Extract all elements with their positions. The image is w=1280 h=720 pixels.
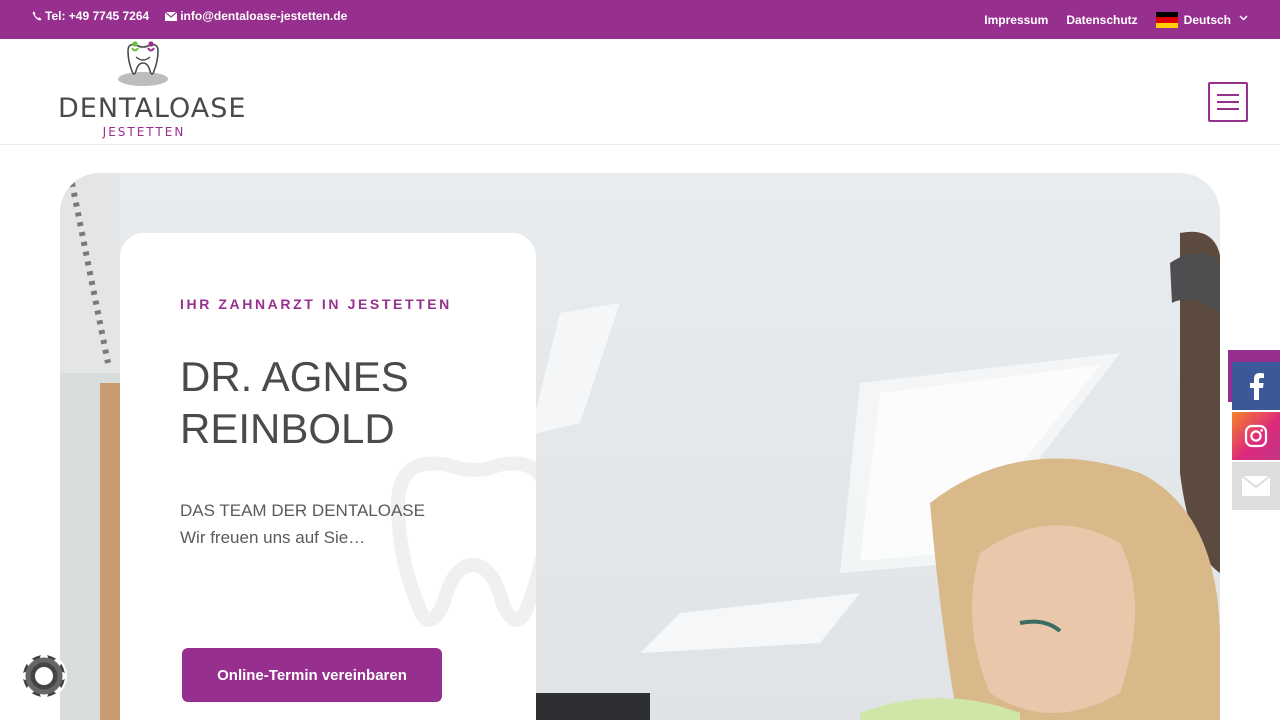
site-logo[interactable]: DENTALOASE JESTETTEN bbox=[58, 41, 247, 141]
top-links: Impressum Datenschutz Deutsch bbox=[966, 12, 1248, 28]
logo-wordmark: DENTALOASE bbox=[58, 93, 247, 124]
tooth-logo-icon bbox=[118, 41, 168, 86]
contact-info: Tel: +49 7745 7264 info@dentaloase-jeste… bbox=[32, 9, 363, 23]
phone-link[interactable]: Tel: +49 7745 7264 bbox=[32, 9, 149, 23]
email-button[interactable] bbox=[1232, 462, 1280, 510]
cookie-settings-button[interactable] bbox=[20, 652, 68, 700]
tooth-watermark-icon bbox=[390, 456, 536, 627]
cookie-icon bbox=[21, 653, 67, 699]
facebook-icon bbox=[1250, 373, 1264, 400]
mail-icon bbox=[1242, 476, 1270, 496]
hero-title-line: DR. AGNES bbox=[180, 353, 409, 400]
facebook-button[interactable] bbox=[1232, 362, 1280, 410]
chevron-down-icon bbox=[1239, 15, 1248, 21]
online-appointment-button[interactable]: Online-Termin vereinbaren bbox=[182, 648, 442, 702]
datenschutz-link[interactable]: Datenschutz bbox=[1066, 13, 1137, 27]
phone-icon bbox=[32, 11, 42, 21]
hero-eyebrow: IHR ZAHNARZT IN JESTETTEN bbox=[180, 296, 452, 312]
hero-lead: Wir freuen uns auf Sie… bbox=[180, 528, 366, 547]
top-bar: Tel: +49 7745 7264 info@dentaloase-jeste… bbox=[0, 0, 1280, 39]
menu-bar-icon bbox=[1217, 101, 1239, 103]
language-label: Deutsch bbox=[1183, 13, 1231, 27]
email-text: info@dentaloase-jestetten.de bbox=[180, 9, 348, 23]
instagram-button[interactable] bbox=[1232, 412, 1280, 460]
envelope-icon bbox=[165, 11, 178, 21]
email-link[interactable]: info@dentaloase-jestetten.de bbox=[165, 9, 347, 23]
logo-subtitle: JESTETTEN bbox=[102, 125, 186, 139]
site-header: DENTALOASE JESTETTEN bbox=[0, 39, 1280, 145]
hero-title-line: REINBOLD bbox=[180, 405, 395, 452]
german-flag-icon bbox=[1155, 12, 1178, 28]
phone-text: Tel: +49 7745 7264 bbox=[45, 9, 150, 23]
hero-title: DR. AGNES REINBOLD bbox=[180, 351, 500, 455]
instagram-icon bbox=[1244, 424, 1268, 448]
impressum-link[interactable]: Impressum bbox=[984, 13, 1048, 27]
menu-bar-icon bbox=[1217, 94, 1239, 96]
hero-card: IHR ZAHNARZT IN JESTETTEN DR. AGNES REIN… bbox=[120, 233, 536, 720]
hero-subtitle: DAS TEAM DER DENTALOASE bbox=[180, 501, 425, 520]
hamburger-menu-button[interactable] bbox=[1208, 82, 1248, 122]
menu-bar-icon bbox=[1217, 108, 1239, 110]
language-switcher[interactable]: Deutsch bbox=[1155, 12, 1248, 28]
